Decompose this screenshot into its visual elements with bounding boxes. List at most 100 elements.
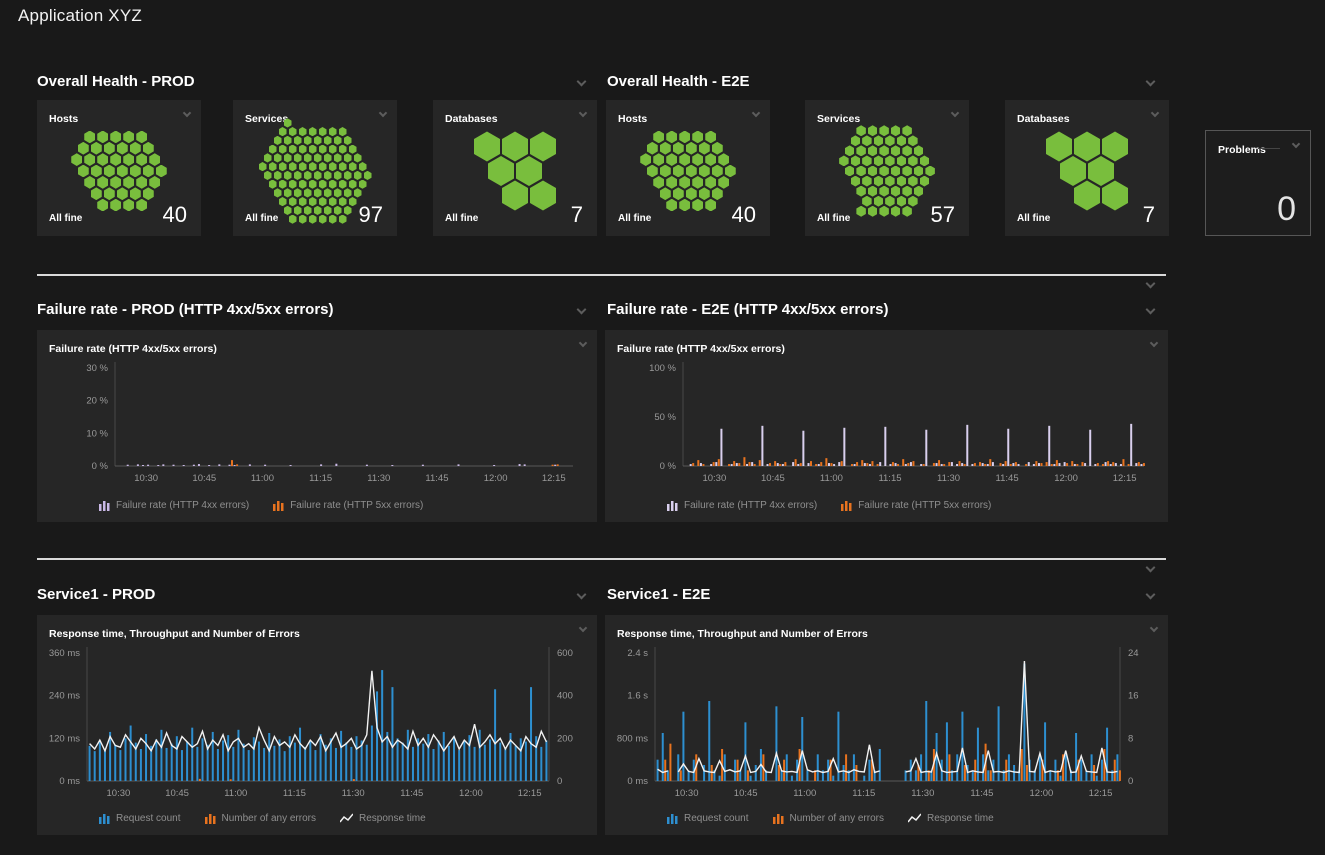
- chart-legend: Failure rate (HTTP 4xx errors) Failure ra…: [667, 500, 1015, 511]
- health-tile-prod-services[interactable]: Services All fine97: [233, 100, 397, 236]
- health-hexagon: [1060, 156, 1086, 186]
- failure-4xx-bar: [961, 463, 963, 466]
- health-hexagon: [304, 153, 312, 162]
- failure-rate-chart-e2e: 100 %50 %0 %10:3010:4511:0011:1511:3011:…: [605, 356, 1168, 488]
- chevron-down-icon[interactable]: [1292, 140, 1300, 148]
- error-count-bar: [737, 760, 739, 781]
- legend-item-response-time[interactable]: Response time: [908, 813, 994, 824]
- error-count-bar: [1021, 749, 1023, 781]
- chevron-down-icon[interactable]: [1146, 563, 1156, 573]
- health-hexagon: [686, 187, 697, 200]
- failure-5xx-bar: [907, 463, 909, 466]
- chevron-down-icon[interactable]: [183, 109, 191, 117]
- health-hexagon: [851, 176, 861, 187]
- request-count-bar: [484, 745, 486, 781]
- legend-item-response-time[interactable]: Response time: [340, 813, 426, 824]
- chevron-down-icon[interactable]: [1150, 339, 1158, 347]
- chevron-down-icon[interactable]: [1151, 109, 1159, 117]
- x-axis-label: 10:45: [165, 788, 189, 799]
- legend-item-failure-4xx[interactable]: Failure rate (HTTP 4xx errors): [99, 500, 249, 511]
- health-hexagon: [914, 145, 924, 156]
- chevron-down-icon[interactable]: [951, 109, 959, 117]
- failure-4xx-bar: [895, 463, 897, 466]
- chart-tile-failure-prod[interactable]: Failure rate (HTTP 4xx/5xx errors) 30 %2…: [37, 330, 597, 522]
- health-hexagon: [284, 118, 292, 127]
- request-count-bar: [340, 731, 342, 781]
- health-hexagon: [718, 153, 729, 166]
- health-tile-e2e-services[interactable]: Services All fine57: [805, 100, 969, 236]
- failure-5xx-bar: [1025, 464, 1027, 466]
- legend-item-failure-5xx[interactable]: Failure rate (HTTP 5xx errors): [841, 500, 991, 511]
- chevron-down-icon[interactable]: [577, 77, 587, 87]
- error-count-bar: [711, 765, 713, 781]
- failure-4xx-bar: [366, 465, 368, 466]
- chevron-down-icon[interactable]: [1146, 590, 1156, 600]
- request-count-bar: [448, 746, 450, 781]
- legend-item-failure-5xx[interactable]: Failure rate (HTTP 5xx errors): [273, 500, 423, 511]
- chevron-down-icon[interactable]: [752, 109, 760, 117]
- failure-4xx-bar: [782, 464, 784, 466]
- y-axis-label: 50 %: [654, 412, 676, 423]
- chevron-down-icon[interactable]: [577, 590, 587, 600]
- health-hexagon: [851, 155, 861, 166]
- chart-tile-service1-prod[interactable]: Response time, Throughput and Number of …: [37, 615, 597, 835]
- failure-4xx-bar: [1084, 463, 1086, 466]
- legend-item-error-count[interactable]: Number of any errors: [205, 813, 316, 824]
- request-count-bar: [920, 754, 922, 781]
- legend-item-request-count[interactable]: Request count: [99, 813, 181, 824]
- problems-count: 0: [1277, 190, 1296, 229]
- health-hexagon: [725, 165, 736, 178]
- health-tile-prod-databases[interactable]: Databases All fine7: [433, 100, 597, 236]
- failure-5xx-bar: [841, 461, 843, 466]
- legend-label: Number of any errors: [222, 813, 316, 824]
- health-hexagon: [344, 171, 352, 180]
- chevron-down-icon[interactable]: [1146, 279, 1156, 289]
- health-hexagon: [309, 127, 317, 136]
- health-hexagon: [117, 165, 128, 178]
- health-tile-e2e-hosts[interactable]: Hosts All fine40: [606, 100, 770, 236]
- chevron-down-icon[interactable]: [1146, 77, 1156, 87]
- x-axis-label: 11:45: [970, 788, 993, 799]
- request-count-bar: [817, 754, 819, 781]
- failure-5xx-bar: [912, 461, 914, 466]
- chevron-down-icon[interactable]: [577, 305, 587, 315]
- failure-5xx-bar: [738, 463, 740, 466]
- section-divider: [37, 558, 1166, 560]
- legend-item-error-count[interactable]: Number of any errors: [773, 813, 884, 824]
- chart-tile-failure-e2e[interactable]: Failure rate (HTTP 4xx/5xx errors) 100 %…: [605, 330, 1168, 522]
- problems-tile[interactable]: Problems 0: [1205, 130, 1311, 236]
- request-count-bar: [479, 730, 481, 781]
- request-count-bar: [540, 747, 542, 781]
- request-count-bar: [181, 750, 183, 781]
- x-axis-label: 11:45: [425, 473, 448, 484]
- failure-4xx-bar: [797, 464, 799, 466]
- x-axis-label: 11:00: [251, 473, 274, 484]
- request-count-bar: [284, 751, 286, 781]
- health-hexagon: [862, 176, 872, 187]
- legend-item-failure-4xx[interactable]: Failure rate (HTTP 4xx errors): [667, 500, 817, 511]
- chevron-down-icon[interactable]: [579, 339, 587, 347]
- legend-label: Response time: [359, 813, 426, 824]
- failure-4xx-bar: [391, 465, 393, 466]
- chevron-down-icon[interactable]: [1146, 305, 1156, 315]
- failure-5xx-bar: [1010, 464, 1012, 466]
- section-title-failure-prod: Failure rate - PROD (HTTP 4xx/5xx errors…: [37, 301, 334, 318]
- health-hexagon: [130, 142, 141, 155]
- chart-tile-service1-e2e[interactable]: Response time, Throughput and Number of …: [605, 615, 1168, 835]
- failure-4xx-bar: [1089, 430, 1091, 466]
- health-tile-prod-hosts[interactable]: Hosts All fine40: [37, 100, 201, 236]
- chevron-down-icon[interactable]: [579, 109, 587, 117]
- chevron-down-icon[interactable]: [379, 109, 387, 117]
- failure-4xx-bar: [1007, 429, 1009, 466]
- request-count-bar: [494, 689, 496, 781]
- legend-item-request-count[interactable]: Request count: [667, 813, 749, 824]
- health-tile-e2e-databases[interactable]: Databases All fine7: [1005, 100, 1169, 236]
- request-count-bar: [314, 750, 316, 781]
- chevron-down-icon[interactable]: [579, 624, 587, 632]
- health-hexagon: [329, 180, 337, 189]
- health-hexagon: [110, 153, 121, 166]
- chevron-down-icon[interactable]: [1150, 624, 1158, 632]
- failure-5xx-bar: [800, 463, 802, 466]
- y-axis-label: 200: [557, 733, 573, 744]
- x-axis-label: 12:00: [459, 788, 483, 799]
